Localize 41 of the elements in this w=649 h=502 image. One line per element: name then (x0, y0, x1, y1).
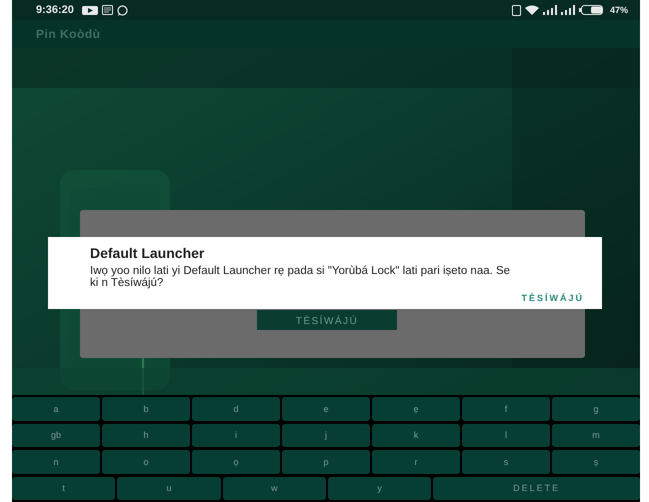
keyboard-key[interactable]: r (372, 450, 460, 474)
keyboard-key[interactable]: b (102, 397, 190, 420)
video-icon (82, 6, 98, 14)
keyboard-key[interactable]: y (328, 476, 432, 500)
chat-icon (116, 4, 128, 16)
keyboard-key[interactable]: k (372, 424, 460, 447)
keyboard-key[interactable]: a (12, 397, 100, 420)
keyboard-key[interactable]: l (462, 424, 550, 447)
signal-icon (560, 5, 575, 15)
app-title: Pin Koòdù (36, 27, 100, 41)
phone-icon (512, 4, 521, 16)
dialog-message: Iwọ yoo nilo lati yi Default Launcher rẹ pada si "Yorùbá Lock" lati pari iṣeto naa. Se ki n Tèsíwájú? (90, 265, 512, 290)
keyboard-key[interactable]: ṣ (552, 450, 640, 474)
continue-button[interactable]: TÈSÍWÁJÚ (257, 310, 397, 330)
keyboard-key[interactable]: ọ (192, 450, 280, 474)
message-icon (102, 5, 113, 15)
keyboard-key[interactable]: i (192, 424, 280, 447)
keyboard-key[interactable]: n (12, 450, 100, 474)
signal-icon (542, 5, 557, 15)
keyboard-key[interactable]: gb (12, 424, 100, 447)
keyboard-key[interactable]: j (282, 424, 370, 447)
keyboard-key[interactable]: f (462, 397, 550, 420)
keyboard-key[interactable]: h (102, 424, 190, 447)
keyboard-key[interactable]: t (12, 476, 116, 500)
wifi-icon (524, 5, 539, 15)
keyboard-key[interactable]: o (102, 450, 190, 474)
keyboard-key[interactable]: ẹ (372, 397, 460, 420)
keyboard-key[interactable]: e (282, 397, 370, 420)
battery-icon (578, 5, 603, 15)
keyboard-key[interactable]: w (222, 476, 326, 500)
keyboard-key[interactable]: u (117, 476, 221, 500)
keyboard-key[interactable]: s (462, 450, 550, 474)
battery-percent: 47% (610, 5, 628, 15)
continue-button[interactable]: TÈSÍWÁJÚ (515, 293, 590, 304)
dialog-title: Default Launcher (90, 245, 206, 261)
status-time: 9:36:20 (36, 4, 74, 16)
keyboard-key[interactable]: p (282, 450, 370, 474)
keyboard-key[interactable]: m (552, 424, 640, 447)
keyboard-key[interactable]: g (552, 397, 640, 420)
delete-key[interactable]: DELETE (433, 476, 640, 500)
keyboard-key[interactable]: d (192, 397, 280, 420)
